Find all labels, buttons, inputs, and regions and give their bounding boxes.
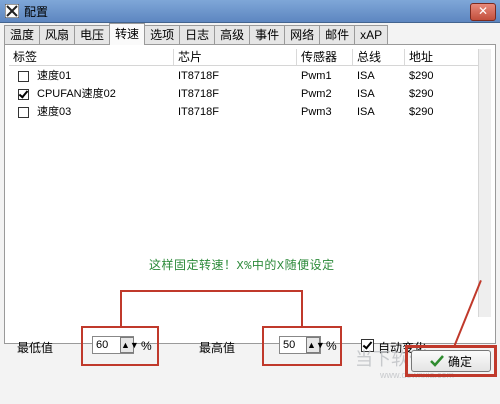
close-icon[interactable]: ✕ <box>470 3 496 21</box>
annotation-bracket-left <box>120 290 122 328</box>
annotation-bracket-right <box>301 290 303 328</box>
checkmark-icon <box>430 355 444 367</box>
table-row[interactable]: 速度03 IT8718F Pwm3 ISA $290 <box>9 103 481 121</box>
tab-advanced[interactable]: 高级 <box>214 25 251 44</box>
max-percent: % <box>326 339 337 353</box>
row-chip: IT8718F <box>178 88 219 100</box>
tab-mail[interactable]: 邮件 <box>319 25 356 44</box>
speed-panel: 标签 芯片 传感器 总线 地址 速度01 IT8718F Pwm1 ISA $2… <box>4 44 496 344</box>
header-bus[interactable]: 总线 <box>353 49 405 65</box>
max-value-label: 最高值 <box>199 341 236 355</box>
row-label: 速度03 <box>37 106 72 118</box>
row-bus: ISA <box>357 70 375 82</box>
title-bar: 配置 ✕ <box>0 0 500 23</box>
row-checkbox[interactable] <box>18 88 29 100</box>
annotation-bracket <box>120 290 303 292</box>
tab-speed[interactable]: 转速 <box>109 23 146 45</box>
row-address: $290 <box>409 70 434 82</box>
header-sensor[interactable]: 传感器 <box>297 49 353 65</box>
max-spin-icon[interactable]: ▲▼ <box>306 337 325 353</box>
tab-xap[interactable]: xAP <box>354 25 389 44</box>
row-checkbox[interactable] <box>18 70 29 82</box>
row-label: 速度01 <box>37 70 72 82</box>
tab-voltage[interactable]: 电压 <box>74 25 111 44</box>
header-chip[interactable]: 芯片 <box>174 49 297 65</box>
row-bus: ISA <box>357 106 375 118</box>
min-value-label: 最低值 <box>17 341 54 355</box>
ok-button[interactable]: 确定 <box>411 350 491 372</box>
row-chip: IT8718F <box>178 70 219 82</box>
ok-button-label: 确定 <box>447 354 472 369</box>
table-header: 标签 芯片 传感器 总线 地址 <box>9 49 481 66</box>
row-sensor: Pwm1 <box>301 70 332 82</box>
row-bus: ISA <box>357 88 375 100</box>
row-checkbox[interactable] <box>18 106 29 118</box>
tab-bar: 温度 风扇 电压 转速 选项 日志 高级 事件 网络 邮件 xAP <box>4 23 389 45</box>
table-row[interactable]: 速度01 IT8718F Pwm1 ISA $290 <box>9 67 481 85</box>
header-address[interactable]: 地址 <box>405 49 481 65</box>
row-sensor: Pwm2 <box>301 88 332 100</box>
header-label[interactable]: 标签 <box>9 49 174 65</box>
tab-fan[interactable]: 风扇 <box>39 25 76 44</box>
row-label: CPUFAN速度02 <box>37 88 116 100</box>
min-spin-icon[interactable]: ▲▼ <box>120 337 139 353</box>
tab-options[interactable]: 选项 <box>144 25 181 44</box>
tab-log[interactable]: 日志 <box>179 25 216 44</box>
row-sensor: Pwm3 <box>301 106 332 118</box>
window-title: 配置 <box>24 4 49 19</box>
min-percent: % <box>141 339 152 353</box>
table-row[interactable]: CPUFAN速度02 IT8718F Pwm2 ISA $290 <box>9 85 481 103</box>
annotation-text: 这样固定转速！X%中的X随便设定 <box>149 259 335 273</box>
app-icon <box>5 4 19 18</box>
tab-temperature[interactable]: 温度 <box>4 25 41 44</box>
tab-events[interactable]: 事件 <box>249 25 286 44</box>
row-address: $290 <box>409 88 434 100</box>
row-chip: IT8718F <box>178 106 219 118</box>
tab-network[interactable]: 网络 <box>284 25 321 44</box>
row-address: $290 <box>409 106 434 118</box>
